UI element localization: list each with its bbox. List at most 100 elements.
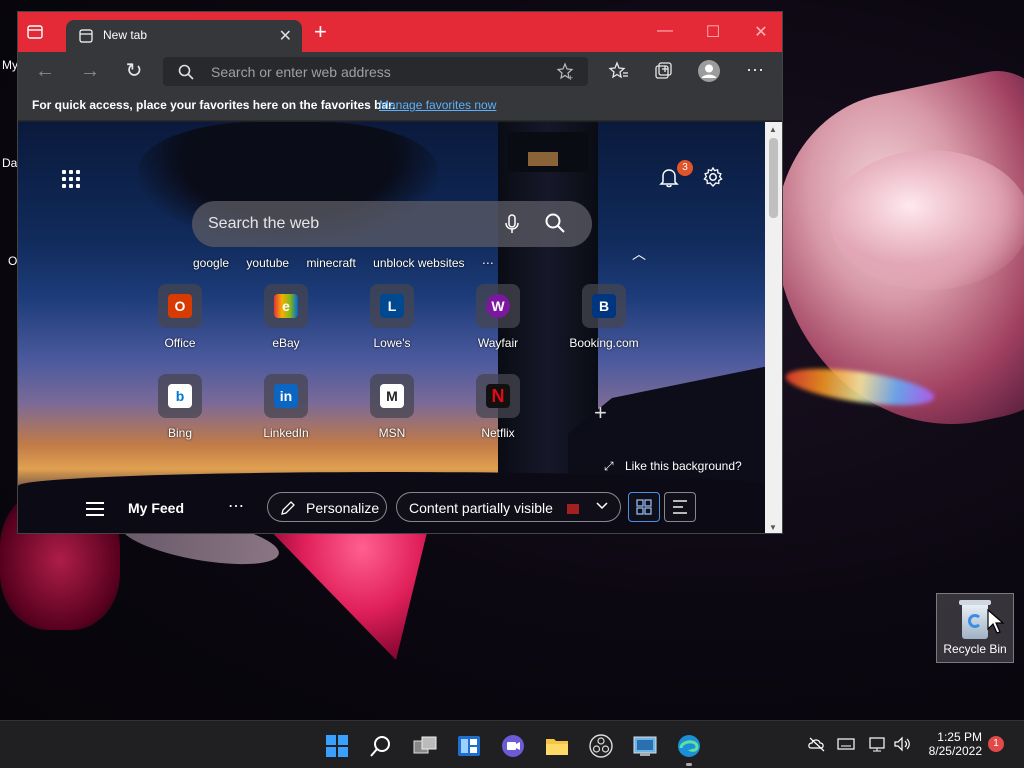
lowes-icon: L xyxy=(370,284,414,328)
notification-center-badge[interactable]: 1 xyxy=(988,736,1004,752)
profile-avatar-icon[interactable] xyxy=(697,59,721,83)
trending-search-chip[interactable]: google xyxy=(193,256,229,270)
collapse-chevron-icon[interactable]: ︿ xyxy=(632,244,646,264)
keyboard-icon[interactable] xyxy=(837,736,855,757)
trending-search-chip[interactable]: minecraft xyxy=(306,256,355,270)
tab-new-tab[interactable]: New tab ✕ xyxy=(66,20,302,52)
chat-icon[interactable] xyxy=(500,733,526,759)
feed-more-icon[interactable]: ⋯ xyxy=(228,496,244,516)
quick-link-label: Bing xyxy=(167,426,193,440)
settings-gear-icon[interactable] xyxy=(702,166,724,193)
svg-text:+: + xyxy=(568,73,573,82)
obs-studio-icon[interactable] xyxy=(588,733,614,759)
menu-icon[interactable] xyxy=(86,502,104,516)
quick-link-label: LinkedIn xyxy=(263,426,309,440)
edge-browser-icon[interactable] xyxy=(676,733,702,759)
close-window-icon[interactable]: ✕ xyxy=(751,22,771,42)
trending-searches: google youtube minecraft unblock website… xyxy=(193,256,508,270)
trending-search-chip[interactable]: unblock websites xyxy=(373,256,464,270)
feed-bar: My Feed ⋯ Personalize Content partially … xyxy=(18,490,766,533)
title-bar: New tab ✕ + — ☐ ✕ xyxy=(18,12,782,52)
netflix-icon: N xyxy=(476,374,520,418)
forward-icon[interactable]: → xyxy=(77,58,103,84)
search-icon xyxy=(177,63,195,86)
system-clock[interactable]: 1:25 PM 8/25/2022 xyxy=(922,730,982,758)
refresh-icon[interactable]: ↻ xyxy=(121,58,147,84)
file-explorer-icon[interactable] xyxy=(544,733,570,759)
tab-actions-icon[interactable] xyxy=(24,21,46,43)
booking-icon: B xyxy=(582,284,626,328)
scroll-down-icon[interactable]: ▼ xyxy=(769,523,777,532)
quick-link-wayfair[interactable]: W Wayfair xyxy=(443,284,553,350)
quick-link-netflix[interactable]: N Netflix xyxy=(443,374,553,440)
back-icon[interactable]: ← xyxy=(32,58,58,84)
more-options-icon[interactable]: ⋯ xyxy=(743,59,767,83)
volume-icon[interactable] xyxy=(893,736,913,757)
quick-link-office[interactable]: O Office xyxy=(125,284,235,350)
desktop-icon-label-partial[interactable]: Da xyxy=(2,156,17,170)
content-visibility-dropdown[interactable]: Content partially visible xyxy=(396,492,621,522)
notification-count-badge: 3 xyxy=(677,160,693,176)
page-scrollbar[interactable]: ▲ ▼ xyxy=(765,122,782,533)
quick-link-label: Wayfair xyxy=(477,336,519,350)
onedrive-icon[interactable] xyxy=(808,736,826,757)
start-windows-icon[interactable] xyxy=(324,733,350,759)
web-search-box[interactable]: Search the web xyxy=(192,201,592,247)
grid-view-button[interactable] xyxy=(628,492,660,522)
widgets-icon[interactable] xyxy=(456,733,482,759)
linkedin-icon: in xyxy=(264,374,308,418)
desktop-icon-label-partial[interactable]: O xyxy=(8,254,17,268)
address-bar[interactable]: Search or enter web address + xyxy=(163,57,588,86)
quick-link-lowes[interactable]: L Lowe's xyxy=(337,284,447,350)
add-quick-link-button[interactable]: + xyxy=(594,400,607,426)
favorites-icon[interactable] xyxy=(607,59,631,83)
scrollbar-thumb[interactable] xyxy=(769,138,778,218)
list-view-button[interactable] xyxy=(664,492,696,522)
tab-title: New tab xyxy=(103,28,148,42)
msn-icon: M xyxy=(370,374,414,418)
favorites-bar: For quick access, place your favorites h… xyxy=(18,90,782,121)
collections-icon[interactable] xyxy=(651,59,675,83)
quick-link-label: eBay xyxy=(272,336,300,350)
add-favorite-icon[interactable]: + xyxy=(556,62,576,87)
minimize-icon[interactable]: — xyxy=(655,22,675,40)
more-searches-icon[interactable]: ⋯ xyxy=(482,256,494,270)
wallpaper-shape-pink xyxy=(260,520,430,660)
ebay-icon: e xyxy=(264,284,308,328)
task-view-icon[interactable] xyxy=(412,733,438,759)
wallpaper-highlight xyxy=(830,150,1024,290)
microphone-icon[interactable] xyxy=(502,213,522,240)
pencil-icon xyxy=(280,500,296,519)
address-placeholder: Search or enter web address xyxy=(211,64,391,80)
quick-link-linkedin[interactable]: in LinkedIn xyxy=(231,374,341,440)
my-feed-tab[interactable]: My Feed xyxy=(128,500,184,516)
quick-link-ebay[interactable]: e eBay xyxy=(231,284,341,350)
quick-link-label: Booking.com xyxy=(569,336,639,350)
browser-window: New tab ✕ + — ☐ ✕ ← → ↻ Search or enter … xyxy=(17,11,783,534)
office-icon: O xyxy=(158,284,202,328)
search-icon[interactable] xyxy=(544,212,566,239)
network-icon[interactable] xyxy=(868,736,888,757)
quick-link-msn[interactable]: M MSN xyxy=(337,374,447,440)
search-icon[interactable] xyxy=(368,733,394,759)
quick-link-bing[interactable]: b Bing xyxy=(125,374,235,440)
clock-time: 1:25 PM xyxy=(937,730,982,744)
control-panel-icon[interactable] xyxy=(632,733,658,759)
close-tab-icon[interactable]: ✕ xyxy=(279,26,292,46)
like-background-button[interactable]: ⤢ Like this background? xyxy=(604,459,742,474)
personalize-label: Personalize xyxy=(306,500,380,516)
maximize-icon[interactable]: ☐ xyxy=(703,22,723,42)
new-tab-button[interactable]: + xyxy=(314,21,327,43)
app-launcher-icon[interactable] xyxy=(62,170,80,188)
expand-icon: ⤢ xyxy=(604,459,614,473)
desktop-icon-label-partial[interactable]: My xyxy=(2,58,18,72)
search-placeholder: Search the web xyxy=(208,215,320,232)
quick-link-label: MSN xyxy=(378,426,406,440)
clock-date: 8/25/2022 xyxy=(928,744,982,758)
personalize-button[interactable]: Personalize xyxy=(267,492,387,522)
trending-search-chip[interactable]: youtube xyxy=(246,256,289,270)
quick-link-booking[interactable]: B Booking.com xyxy=(549,284,659,350)
new-tab-page-icon xyxy=(78,28,94,44)
scroll-up-icon[interactable]: ▲ xyxy=(769,125,777,134)
manage-favorites-link[interactable]: Manage favorites now xyxy=(379,98,496,112)
